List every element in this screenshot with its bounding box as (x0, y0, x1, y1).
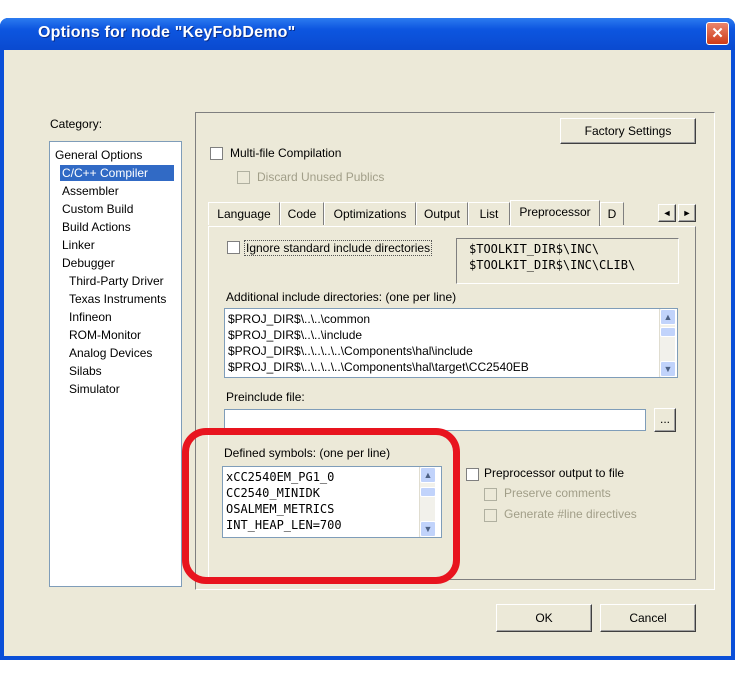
tab-output[interactable]: Output (416, 202, 468, 225)
ok-button[interactable]: OK (496, 604, 592, 632)
category-item[interactable]: Custom Build (60, 201, 135, 217)
category-item[interactable]: C/C++ Compiler (60, 165, 174, 181)
tab-scroll-left-icon[interactable]: ◄ (658, 204, 676, 222)
scroll-down-icon[interactable]: ▼ (660, 361, 676, 377)
discard-publics-checkbox[interactable] (237, 171, 250, 184)
ignore-std-include-checkbox[interactable] (227, 241, 240, 254)
tab-code[interactable]: Code (280, 202, 324, 225)
generate-line-label: Generate #line directives (504, 507, 637, 521)
tab-strip: Language Code Optimizations Output List Prepr… (208, 200, 703, 226)
preprocessor-output-label: Preprocessor output to file (484, 466, 625, 480)
additional-include-textarea[interactable]: $PROJ_DIR$\..\..\common $PROJ_DIR$\..\..… (224, 308, 678, 378)
category-label: Category: (50, 117, 103, 131)
factory-settings-button[interactable]: Factory Settings (560, 118, 696, 144)
window-title: Options for node "KeyFobDemo" (38, 24, 296, 41)
include-dir-line: $PROJ_DIR$\..\..\common (228, 312, 371, 326)
category-item[interactable]: Third-Party Driver (67, 273, 166, 289)
discard-publics-label: Discard Unused Publics (257, 170, 385, 184)
std-dir-line: $TOOLKIT_DIR$\INC\CLIB\ (469, 258, 636, 272)
include-dir-line: $PROJ_DIR$\..\..\..\..\Components\hal\in… (228, 344, 473, 358)
category-item[interactable]: Texas Instruments (67, 291, 168, 307)
category-item[interactable]: ROM-Monitor (67, 327, 143, 343)
tab-preprocessor[interactable]: Preprocessor (510, 200, 600, 226)
category-item[interactable]: Simulator (67, 381, 122, 397)
scroll-up-icon[interactable]: ▲ (660, 309, 676, 325)
generate-line-checkbox[interactable] (484, 509, 497, 522)
category-item[interactable]: Debugger (60, 255, 117, 271)
tab-optimizations[interactable]: Optimizations (324, 202, 416, 225)
close-icon: ✕ (711, 25, 724, 42)
category-item[interactable]: Silabs (67, 363, 104, 379)
std-include-dirs-box: $TOOLKIT_DIR$\INC\ $TOOLKIT_DIR$\INC\CLI… (456, 238, 679, 284)
preinclude-label: Preinclude file: (226, 390, 305, 404)
category-list[interactable]: General Options C/C++ Compiler Assembler Cu… (49, 141, 182, 587)
additional-include-label: Additional include directories: (one per… (226, 290, 457, 304)
category-item[interactable]: Analog Devices (67, 345, 154, 361)
include-dir-line: $PROJ_DIR$\..\..\include (228, 328, 363, 342)
include-dir-line: $PROJ_DIR$\..\..\..\..\Components\hal\ta… (228, 360, 529, 374)
tab-scroll-right-icon[interactable]: ► (678, 204, 696, 222)
multifile-checkbox[interactable] (210, 147, 223, 160)
red-highlight-annotation (182, 428, 460, 584)
preserve-comments-checkbox[interactable] (484, 488, 497, 501)
category-item[interactable]: Infineon (67, 309, 114, 325)
browse-button[interactable]: ... (654, 408, 676, 432)
scroll-thumb[interactable] (660, 327, 676, 337)
std-dir-line: $TOOLKIT_DIR$\INC\ (469, 242, 600, 256)
category-item[interactable]: General Options (53, 147, 144, 163)
category-item[interactable]: Linker (60, 237, 97, 253)
category-item[interactable]: Build Actions (60, 219, 133, 235)
preprocessor-output-checkbox[interactable] (466, 468, 479, 481)
close-button[interactable]: ✕ (706, 22, 729, 45)
tab-language[interactable]: Language (208, 202, 280, 225)
ignore-std-include-label: Ignore standard include directories (244, 240, 433, 256)
multifile-label: Multi-file Compilation (230, 146, 342, 160)
tab-d[interactable]: D (600, 202, 624, 225)
cancel-button[interactable]: Cancel (600, 604, 696, 632)
category-item[interactable]: Assembler (60, 183, 121, 199)
include-dirs-scrollbar[interactable]: ▲ ▼ (659, 309, 676, 377)
preserve-comments-label: Preserve comments (504, 486, 611, 500)
tab-list[interactable]: List (468, 202, 510, 225)
